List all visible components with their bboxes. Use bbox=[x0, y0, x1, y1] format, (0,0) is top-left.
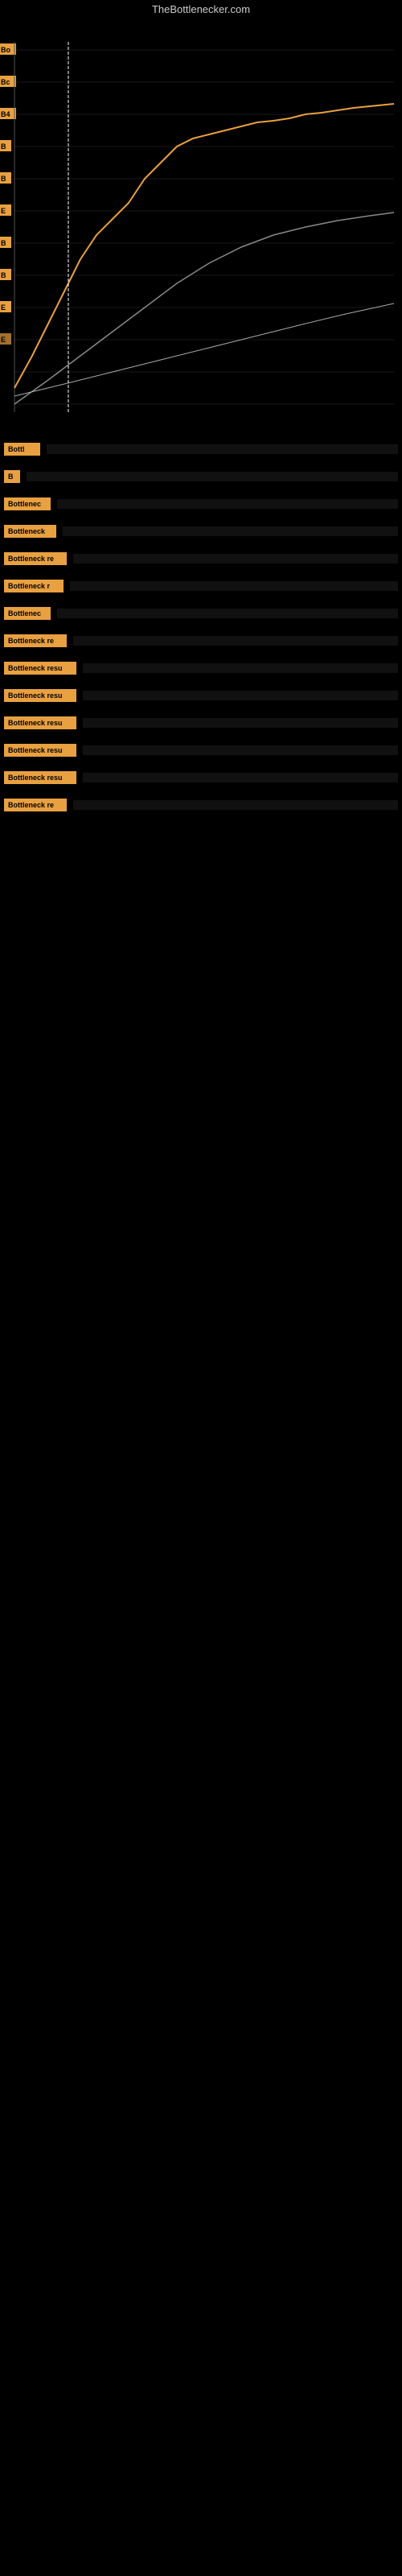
result-badge-9: Bottleneck resu bbox=[4, 662, 76, 675]
result-row-8: Bottleneck re bbox=[4, 634, 398, 647]
result-text-10 bbox=[83, 691, 398, 700]
result-text-9 bbox=[83, 663, 398, 673]
result-text-14 bbox=[73, 800, 398, 810]
svg-text:B: B bbox=[1, 175, 6, 183]
result-badge-1: Bottl bbox=[4, 443, 40, 456]
result-text-5 bbox=[73, 554, 398, 564]
svg-text:Bc: Bc bbox=[1, 78, 10, 86]
site-title: TheBottlenecker.com bbox=[0, 3, 402, 15]
svg-text:B4: B4 bbox=[1, 110, 10, 118]
results-section: Bottl B Bottlenec Bottleneck bbox=[0, 439, 402, 1969]
svg-text:E: E bbox=[1, 303, 6, 312]
result-row-1: Bottl bbox=[4, 443, 398, 456]
result-text-4 bbox=[63, 526, 398, 536]
result-badge-4: Bottleneck bbox=[4, 525, 56, 538]
result-text-3 bbox=[57, 499, 398, 509]
result-text-13 bbox=[83, 773, 398, 782]
result-badge-3: Bottlenec bbox=[4, 497, 51, 510]
svg-text:B: B bbox=[1, 142, 6, 151]
svg-text:E: E bbox=[1, 336, 6, 344]
result-text-2 bbox=[27, 472, 398, 481]
result-badge-11: Bottleneck resu bbox=[4, 716, 76, 729]
result-badge-13: Bottleneck resu bbox=[4, 771, 76, 784]
result-row-2: B bbox=[4, 470, 398, 483]
result-badge-6: Bottleneck r bbox=[4, 580, 64, 592]
result-row-3: Bottlenec bbox=[4, 497, 398, 510]
result-text-11 bbox=[83, 718, 398, 728]
result-row-9: Bottleneck resu bbox=[4, 662, 398, 675]
main-chart: Bo Bc B4 B B E B B E E bbox=[0, 18, 402, 428]
result-text-1 bbox=[47, 444, 398, 454]
result-badge-5: Bottleneck re bbox=[4, 552, 67, 565]
svg-text:E: E bbox=[1, 207, 6, 215]
result-text-7 bbox=[57, 609, 398, 618]
result-row-5: Bottleneck re bbox=[4, 552, 398, 565]
result-text-6 bbox=[70, 581, 398, 591]
svg-text:B: B bbox=[1, 271, 6, 279]
result-badge-8: Bottleneck re bbox=[4, 634, 67, 647]
result-badge-14: Bottleneck re bbox=[4, 799, 67, 811]
result-badge-2: B bbox=[4, 470, 20, 483]
result-text-12 bbox=[83, 745, 398, 755]
result-row-13: Bottleneck resu bbox=[4, 771, 398, 784]
result-row-4: Bottleneck bbox=[4, 525, 398, 538]
result-badge-10: Bottleneck resu bbox=[4, 689, 76, 702]
svg-text:B: B bbox=[1, 239, 6, 247]
result-row-11: Bottleneck resu bbox=[4, 716, 398, 729]
result-row-14: Bottleneck re bbox=[4, 799, 398, 811]
svg-text:Bo: Bo bbox=[1, 46, 10, 54]
result-text-8 bbox=[73, 636, 398, 646]
result-row-12: Bottleneck resu bbox=[4, 744, 398, 757]
result-row-10: Bottleneck resu bbox=[4, 689, 398, 702]
result-row-7: Bottlenec bbox=[4, 607, 398, 620]
result-row-6: Bottleneck r bbox=[4, 580, 398, 592]
result-badge-12: Bottleneck resu bbox=[4, 744, 76, 757]
result-badge-7: Bottlenec bbox=[4, 607, 51, 620]
